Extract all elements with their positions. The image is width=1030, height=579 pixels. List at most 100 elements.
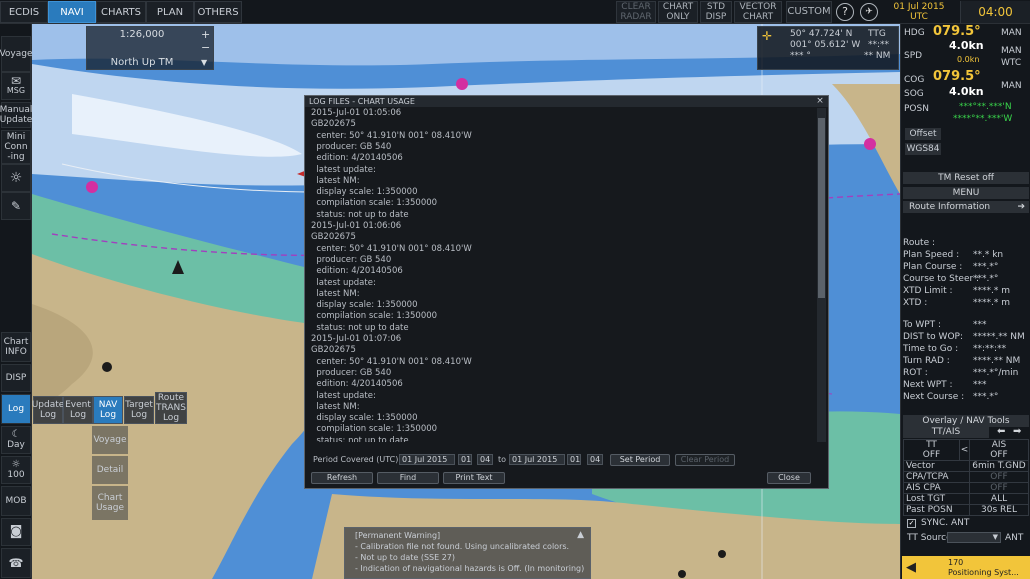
spd-mode-man[interactable]: MAN [1001,46,1022,56]
help-icon[interactable]: ? [836,3,854,21]
close-button[interactable]: Close [767,472,811,484]
route-info-label: Time to Go : [903,344,959,354]
route-info-header[interactable]: Route Information ➔ [903,201,1029,213]
std-disp-button[interactable]: STD DISP [700,1,732,23]
set-period-button[interactable]: Set Period [610,454,670,466]
spd-mode-wtc[interactable]: WTC [1001,58,1021,68]
ais-toggle[interactable]: AIS OFF [969,439,1029,461]
zoom-out-icon[interactable]: − [201,41,210,54]
tt-toggle[interactable]: TT OFF [903,439,960,461]
chevron-down-icon[interactable]: ▼ [201,58,207,67]
voyage-button[interactable]: Voyage [0,36,33,72]
tab-ecdis[interactable]: ECDIS [0,1,48,23]
manual-update-button[interactable]: Manual Update [0,102,32,128]
scale-panel[interactable]: 1:26,000 + − North Up TM ▼ [86,26,214,70]
mob-button[interactable]: MOB [1,486,31,516]
tm-reset-button[interactable]: TM Reset off [903,172,1029,184]
route-info-label: Next Course : [903,392,965,402]
tab-navi[interactable]: NAVI [48,1,96,23]
tt-ais-swap[interactable]: < [959,439,970,461]
disp-button[interactable]: DISP [1,364,31,392]
date-text: 01 Jul 2015 [893,2,945,12]
camera-button[interactable]: ◙ [1,518,31,546]
past-posn-setting[interactable]: 30s REL [969,504,1029,516]
detail-log-button[interactable]: Detail [92,456,128,484]
event-log-button[interactable]: Event Log [63,396,93,424]
alert-number: 170 [948,558,964,567]
route-info-row: XTD Limit : ****.* m [903,286,1029,296]
arrow-right-icon[interactable]: ➡ [1013,426,1021,437]
log-button[interactable]: Log [1,394,31,424]
from-min-field[interactable]: 04 [477,454,493,465]
chart-usage-log-button[interactable]: Chart Usage [92,486,128,520]
log-line: compilation scale: 1:350000 [311,424,438,435]
target-log-button[interactable]: Target Log [124,396,154,424]
top-bar: ECDIS NAVI CHARTS PLAN OTHERS CLEAR RADA… [0,0,1030,24]
cpa-tcpa-state[interactable]: OFF [969,471,1029,483]
phone-button[interactable]: ☎ [1,548,31,578]
tab-others[interactable]: OTHERS [194,1,242,23]
msg-button[interactable]: ✉ MSG [1,72,31,100]
lost-tgt-state[interactable]: ALL [969,493,1029,505]
tool-button[interactable]: ✎ [1,192,31,220]
sog-mode[interactable]: MAN [1001,81,1022,91]
nav-log-button[interactable]: NAV Log [93,396,123,424]
hdg-mode[interactable]: MAN [1001,28,1022,38]
chart-orientation[interactable]: North Up TM [87,57,197,68]
refresh-button[interactable]: Refresh [311,472,373,484]
period-label: Period Covered (UTC) : [313,455,404,464]
alert-box[interactable]: ◀ 170 Positioning Syst... [902,556,1030,579]
chart-wreck-symbol [718,550,726,558]
day-button[interactable]: ☾ Day [1,426,31,454]
route-info-row: DIST to WOP: *****.** NM [903,332,1029,342]
arrow-left-icon[interactable]: ⬅ [997,426,1005,437]
overlay-tools-header[interactable]: Overlay / NAV Tools [903,415,1029,427]
sync-ant-label: SYNC. ANT [921,518,970,528]
log-scrollbar[interactable] [817,108,826,442]
to-date-field[interactable]: 01 Jul 2015 [509,454,565,465]
update-log-button[interactable]: Update Log [32,396,64,424]
route-info-value: **.* kn [973,250,1004,260]
log-line: GB202675 [311,119,356,130]
tt-source-select[interactable]: ▼ [947,532,1001,543]
print-text-button[interactable]: Print Text [443,472,505,484]
clear-period-button[interactable]: Clear Period [675,454,735,466]
vector-setting[interactable]: 6min T.GND [969,460,1029,472]
brightness-button[interactable]: ☼ 100 [1,456,31,484]
from-date-field[interactable]: 01 Jul 2015 [399,454,455,465]
find-button[interactable]: Find [377,472,439,484]
tab-plan[interactable]: PLAN [146,1,194,23]
close-icon[interactable]: × [815,96,825,107]
weather-button[interactable]: ☼ [1,164,31,192]
voyage-log-button[interactable]: Voyage [92,426,128,454]
log-line: latest NM: [311,288,360,299]
log-line: 2015-Jul-01 01:05:06 [311,108,402,118]
log-line: GB202675 [311,232,356,243]
ais-cpa-state[interactable]: OFF [969,482,1029,494]
expand-icon[interactable]: ➔ [1017,201,1025,213]
chevron-up-icon[interactable]: ▲ [577,530,584,540]
log-scrollbar-thumb[interactable] [818,118,825,298]
chart-info-button[interactable]: Chart INFO [1,332,31,362]
mini-conning-button[interactable]: Mini Conn -ing [1,130,31,164]
chart-only-button[interactable]: CHART ONLY [658,1,698,23]
datum-button[interactable]: WGS84 [905,143,941,155]
from-hour-field[interactable]: 01 [458,454,472,465]
speaker-icon[interactable]: ◀ [906,560,916,575]
to-hour-field[interactable]: 01 [567,454,581,465]
zoom-in-icon[interactable]: + [201,28,210,41]
chart-scale[interactable]: 1:26,000 [87,29,197,40]
to-min-field[interactable]: 04 [587,454,603,465]
spd-label: SPD [904,51,923,61]
tab-charts[interactable]: CHARTS [96,1,146,23]
vector-chart-button[interactable]: VECTOR CHART [734,1,782,23]
satellite-icon[interactable]: ✈ [860,3,878,21]
menu-button[interactable]: MENU [903,187,1029,199]
permanent-warning-panel[interactable]: [Permanent Warning] ▲ - Calibration file… [344,527,591,579]
route-trans-log-button[interactable]: Route TRANS Log [155,392,187,424]
log-text-area[interactable]: 2015-Jul-01 01:05:06 GB202675 center: 50°… [309,108,821,442]
custom-button[interactable]: CUSTOM [786,1,832,23]
clear-radar-button[interactable]: CLEAR RADAR [616,1,656,23]
sync-ant-checkbox[interactable]: ✓ [907,519,916,528]
offset-button[interactable]: Offset [905,128,941,140]
